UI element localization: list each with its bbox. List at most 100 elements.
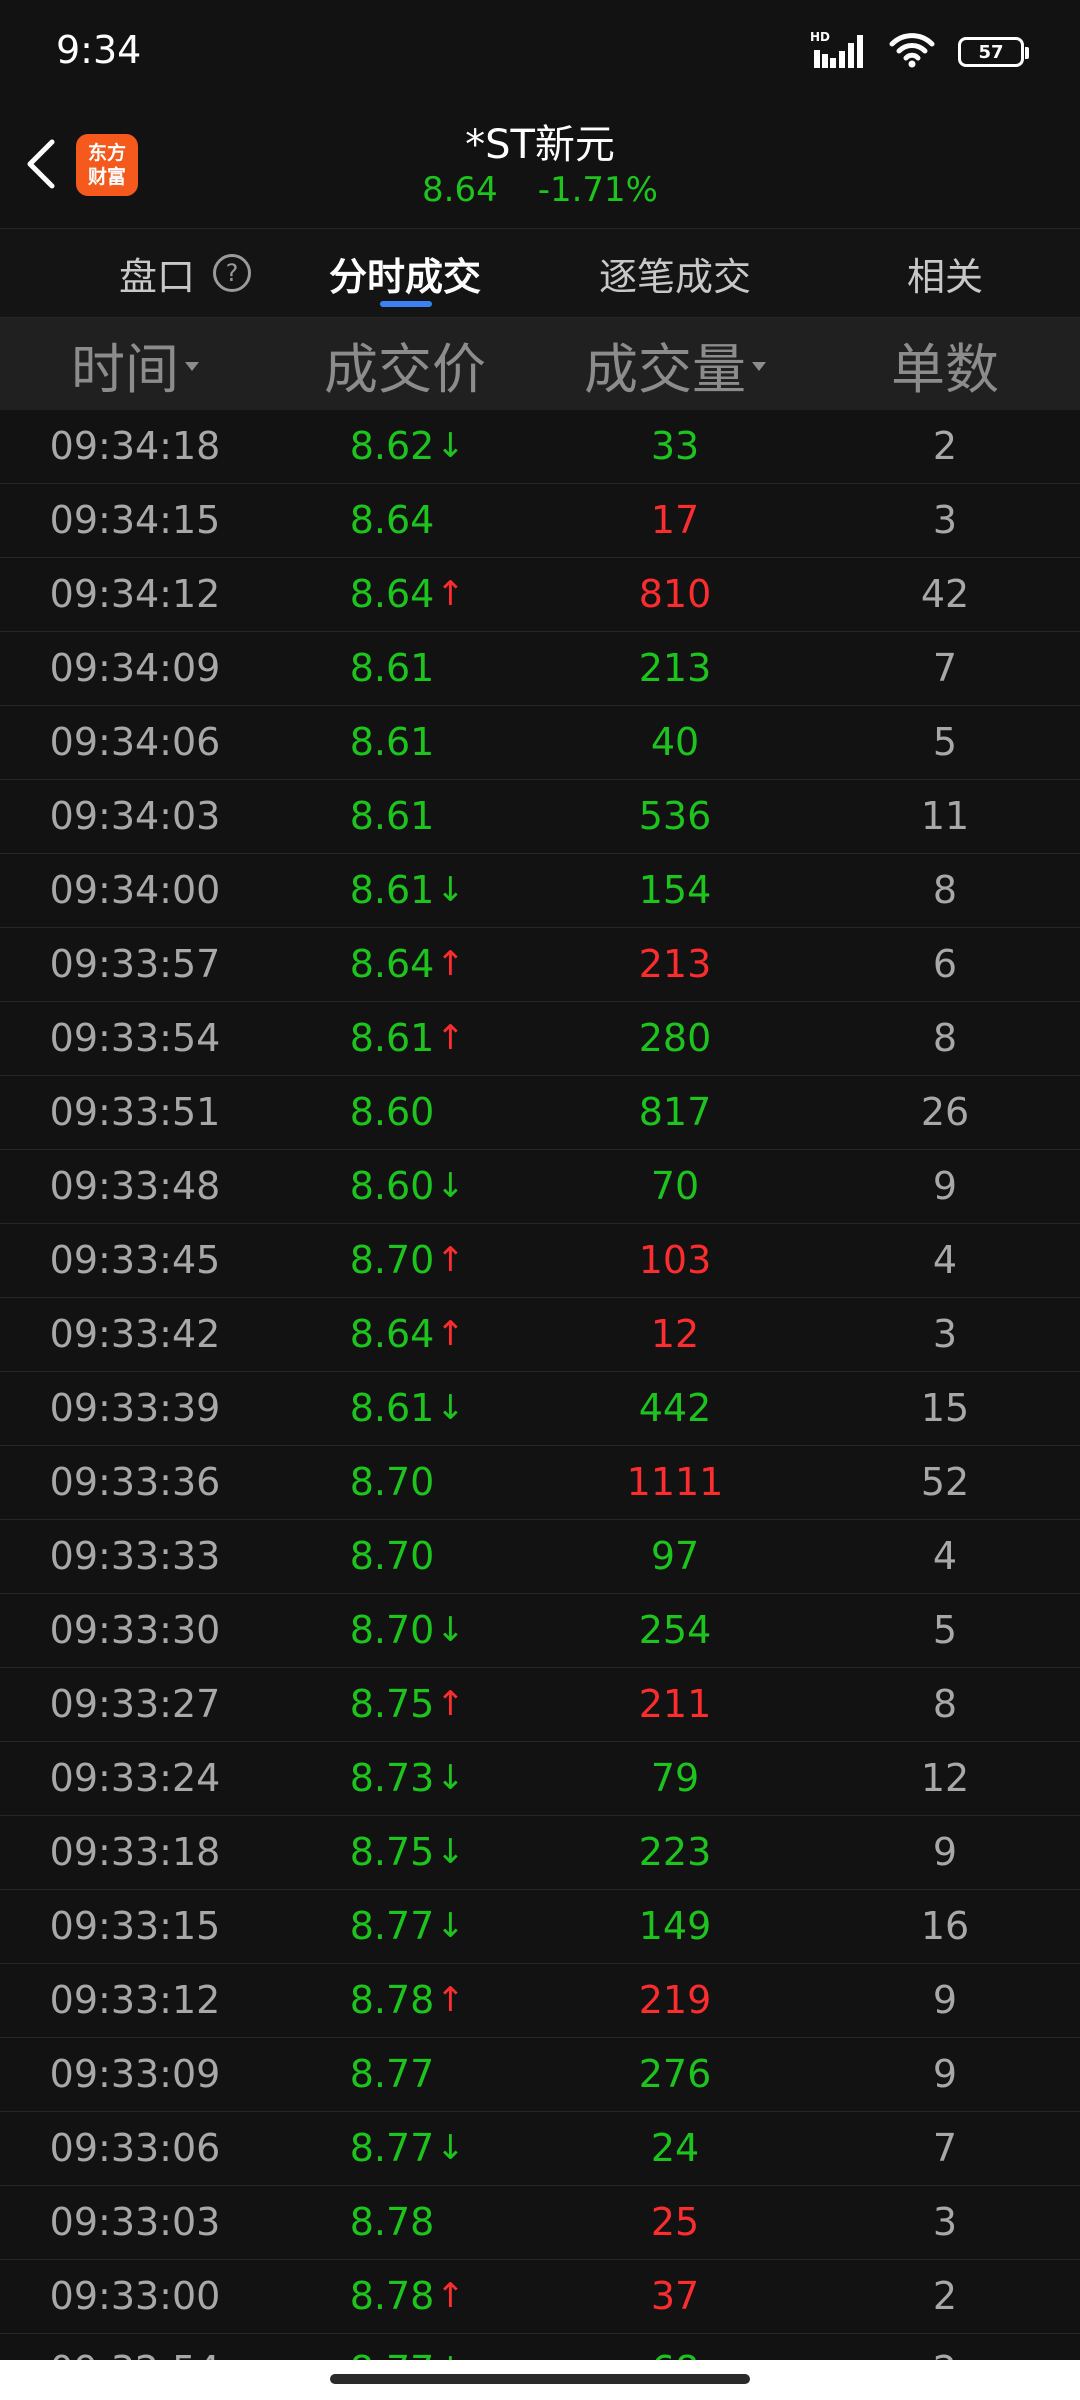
trade-count: 7 bbox=[932, 646, 958, 690]
trade-time: 09:34:00 bbox=[49, 868, 221, 912]
trade-volume: 12 bbox=[650, 1312, 700, 1356]
trade-volume: 810 bbox=[638, 572, 712, 616]
trade-count: 9 bbox=[932, 1978, 958, 2022]
trade-price-cell: 8.60 bbox=[270, 1076, 540, 1148]
table-row: 09:34:00 8.61 ↓ 154 8 bbox=[0, 854, 1080, 928]
col-volume-label: 成交量 bbox=[584, 337, 746, 401]
trade-volume: 79 bbox=[650, 1756, 700, 1800]
status-time: 9:34 bbox=[56, 28, 142, 72]
trade-price: 8.64 bbox=[349, 942, 435, 986]
wifi-icon bbox=[888, 32, 936, 72]
table-row: 09:33:27 8.75 ↑ 211 8 bbox=[0, 1668, 1080, 1742]
trade-time: 09:34:09 bbox=[49, 646, 221, 690]
col-price-label: 成交价 bbox=[324, 337, 486, 401]
trade-price-cell: 8.78 bbox=[270, 2186, 540, 2258]
home-indicator[interactable] bbox=[330, 2374, 750, 2384]
trade-price-cell: 8.75 ↓ bbox=[270, 1816, 540, 1888]
arrow-down-icon: ↓ bbox=[436, 1166, 465, 1206]
trade-price-cell: 8.61 bbox=[270, 632, 540, 704]
trade-time: 09:34:18 bbox=[49, 424, 221, 468]
battery-level: 57 bbox=[978, 41, 1004, 63]
sort-caret-icon bbox=[752, 361, 766, 371]
gesture-nav-bar bbox=[0, 2360, 1080, 2400]
status-icons: HD 57 bbox=[810, 30, 1029, 72]
trade-price: 8.61 bbox=[349, 794, 435, 838]
arrow-up-icon: ↑ bbox=[436, 574, 465, 614]
trade-volume: 1111 bbox=[626, 1460, 724, 1504]
active-tab-indicator bbox=[380, 301, 432, 307]
trade-volume: 219 bbox=[638, 1978, 712, 2022]
table-row: 09:33:54 8.61 ↑ 280 8 bbox=[0, 1002, 1080, 1076]
trade-count: 5 bbox=[932, 720, 958, 764]
col-volume-header[interactable]: 成交量 bbox=[540, 318, 810, 410]
trade-time: 09:33:03 bbox=[49, 2200, 221, 2244]
arrow-down-icon: ↓ bbox=[436, 1906, 465, 1946]
trade-count: 6 bbox=[932, 942, 958, 986]
trades-table[interactable]: 09:34:18 8.62 ↓ 33 2 09:34:15 8.64 17 3 09:34:12 8… bbox=[0, 410, 1080, 2365]
table-row: 09:33:06 8.77 ↓ 24 7 bbox=[0, 2112, 1080, 2186]
trade-time: 09:33:30 bbox=[49, 1608, 221, 1652]
tab-order-book[interactable]: 盘口 ? bbox=[60, 229, 310, 317]
trade-volume: 280 bbox=[638, 1016, 712, 1060]
trade-count: 8 bbox=[932, 1682, 958, 1726]
tab-order-book-label: 盘口 bbox=[118, 254, 195, 299]
stock-price: 8.64 bbox=[422, 170, 498, 210]
tab-related[interactable]: 相关 bbox=[850, 229, 1040, 317]
arrow-up-icon: ↑ bbox=[436, 1684, 465, 1724]
trade-count: 15 bbox=[920, 1386, 970, 1430]
trade-price-cell: 8.73 ↓ bbox=[270, 1742, 540, 1814]
trade-volume: 37 bbox=[650, 2274, 700, 2318]
trade-volume: 211 bbox=[638, 1682, 712, 1726]
trade-price-cell: 8.61 ↑ bbox=[270, 1002, 540, 1074]
trade-price-cell: 8.70 bbox=[270, 1520, 540, 1592]
trade-price: 8.64 bbox=[349, 572, 435, 616]
cellular-signal-icon: HD bbox=[810, 30, 866, 72]
trade-volume: 213 bbox=[638, 646, 712, 690]
col-count-header: 单数 bbox=[810, 318, 1080, 410]
trade-count: 42 bbox=[920, 572, 970, 616]
trade-volume: 33 bbox=[650, 424, 700, 468]
arrow-down-icon: ↓ bbox=[436, 1388, 465, 1428]
table-row: 09:33:45 8.70 ↑ 103 4 bbox=[0, 1224, 1080, 1298]
trade-price-cell: 8.77 bbox=[270, 2038, 540, 2110]
trade-count: 11 bbox=[920, 794, 970, 838]
trade-volume: 213 bbox=[638, 942, 712, 986]
trade-volume: 817 bbox=[638, 1090, 712, 1134]
trade-price-cell: 8.61 bbox=[270, 706, 540, 778]
trade-time: 09:33:12 bbox=[49, 1978, 221, 2022]
arrow-up-icon: ↑ bbox=[436, 1018, 465, 1058]
trade-time: 09:33:48 bbox=[49, 1164, 221, 1208]
col-time-label: 时间 bbox=[71, 337, 179, 401]
trade-count: 8 bbox=[932, 1016, 958, 1060]
trade-count: 3 bbox=[932, 2200, 958, 2244]
trade-volume: 442 bbox=[638, 1386, 712, 1430]
arrow-up-icon: ↑ bbox=[436, 1240, 465, 1280]
table-row: 09:33:33 8.70 97 4 bbox=[0, 1520, 1080, 1594]
tab-tick-trades[interactable]: 逐笔成交 bbox=[570, 229, 780, 317]
trade-time: 09:33:36 bbox=[49, 1460, 221, 1504]
tab-bar: 盘口 ? 分时成交 逐笔成交 相关 bbox=[0, 228, 1080, 318]
trade-volume: 40 bbox=[650, 720, 700, 764]
arrow-down-icon: ↓ bbox=[436, 870, 465, 910]
table-row: 09:33:57 8.64 ↑ 213 6 bbox=[0, 928, 1080, 1002]
hd-label: HD bbox=[810, 30, 831, 44]
table-row: 09:33:42 8.64 ↑ 12 3 bbox=[0, 1298, 1080, 1372]
trade-price-cell: 8.64 ↑ bbox=[270, 928, 540, 1000]
trade-price: 8.75 bbox=[349, 1682, 435, 1726]
trade-time: 09:33:57 bbox=[49, 942, 221, 986]
trade-price-cell: 8.70 ↓ bbox=[270, 1594, 540, 1666]
trade-count: 9 bbox=[932, 2052, 958, 2096]
help-icon[interactable]: ? bbox=[213, 254, 251, 292]
trade-volume: 97 bbox=[650, 1534, 700, 1578]
arrow-up-icon: ↑ bbox=[436, 2276, 465, 2316]
table-row: 09:33:15 8.77 ↓ 149 16 bbox=[0, 1890, 1080, 1964]
trade-price-cell: 8.70 ↑ bbox=[270, 1224, 540, 1296]
trade-price-cell: 8.61 ↓ bbox=[270, 1372, 540, 1444]
arrow-up-icon: ↑ bbox=[436, 1314, 465, 1354]
trade-volume: 276 bbox=[638, 2052, 712, 2096]
trade-time: 09:33:06 bbox=[49, 2126, 221, 2170]
sort-caret-icon bbox=[185, 361, 199, 371]
trade-price: 8.70 bbox=[349, 1608, 435, 1652]
arrow-down-icon: ↓ bbox=[436, 426, 465, 466]
col-time-header[interactable]: 时间 bbox=[0, 318, 270, 410]
